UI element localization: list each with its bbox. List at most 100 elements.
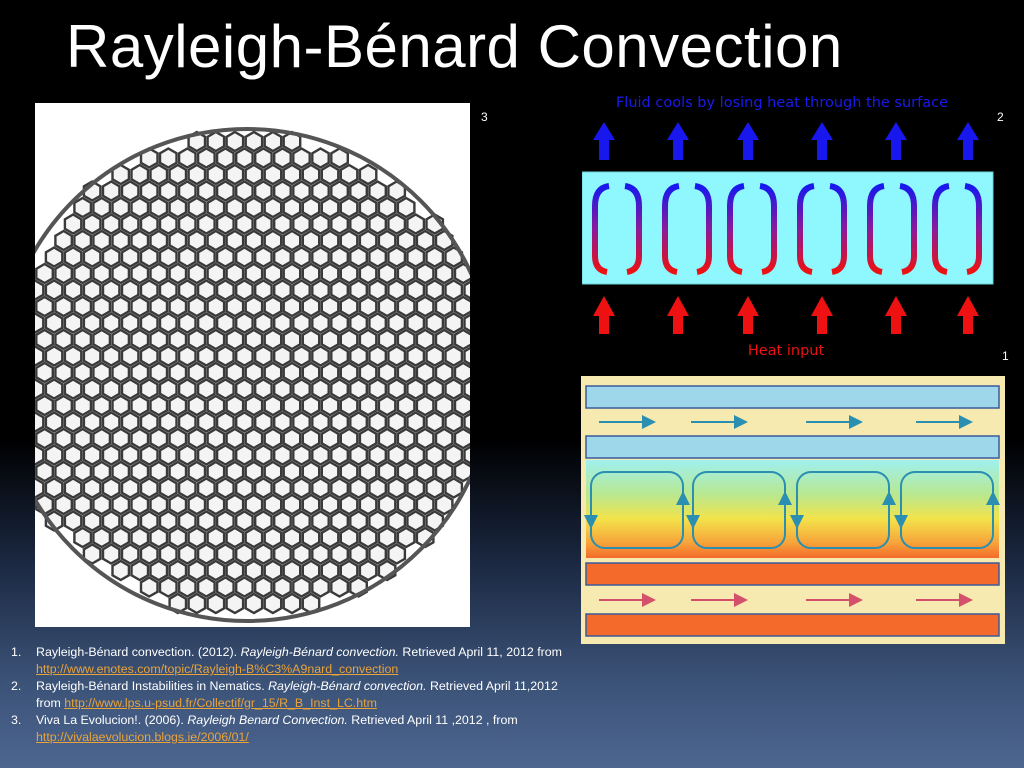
convection-cell bbox=[282, 460, 302, 483]
convection-cell bbox=[120, 246, 140, 268]
convection-cell bbox=[234, 510, 254, 532]
convection-cell bbox=[301, 394, 321, 417]
convection-cell bbox=[377, 328, 397, 351]
convection-cell bbox=[168, 427, 188, 450]
convection-cell bbox=[177, 543, 197, 565]
convection-cell bbox=[292, 147, 311, 169]
convection-cell bbox=[396, 460, 416, 483]
convection-cell bbox=[387, 345, 407, 367]
convection-cell bbox=[225, 394, 245, 417]
convection-cell bbox=[377, 526, 397, 549]
convection-cell bbox=[158, 444, 178, 466]
convection-cell bbox=[415, 361, 435, 384]
convection-cell bbox=[158, 477, 178, 499]
convection-cell bbox=[406, 213, 426, 235]
reference-link[interactable]: http://www.lps.u-psud.fr/Collectif/gr_15… bbox=[64, 696, 377, 710]
convection-cell bbox=[415, 229, 435, 252]
bottom-caption: Heat input bbox=[748, 343, 825, 359]
convection-cell bbox=[311, 213, 330, 235]
convection-cell bbox=[196, 378, 216, 400]
convection-cell bbox=[215, 246, 235, 268]
convection-cell bbox=[111, 394, 131, 417]
convection-cell bbox=[349, 543, 368, 565]
convection-cell bbox=[368, 477, 387, 499]
convection-cell bbox=[272, 246, 292, 268]
convection-cell bbox=[320, 493, 340, 516]
convection-cell bbox=[82, 312, 102, 334]
reference-link[interactable]: http://www.enotes.com/topic/Rayleigh-B%C… bbox=[36, 662, 398, 676]
convection-cell bbox=[54, 427, 73, 450]
convection-cell bbox=[406, 279, 426, 301]
arrow-up-icon bbox=[593, 122, 615, 160]
convection-cell bbox=[82, 378, 102, 400]
arrow-up-icon bbox=[667, 296, 689, 334]
convection-cell bbox=[368, 345, 387, 367]
convection-cell bbox=[349, 180, 368, 202]
convection-cell bbox=[225, 328, 245, 351]
convection-cell bbox=[311, 444, 330, 466]
convection-cell bbox=[111, 295, 131, 318]
convection-cell bbox=[349, 510, 368, 532]
convection-cell bbox=[253, 510, 273, 532]
convection-cell bbox=[225, 427, 245, 450]
convection-cell bbox=[82, 279, 102, 301]
convection-cell bbox=[120, 510, 140, 532]
convection-cell bbox=[272, 180, 292, 202]
convection-cell bbox=[168, 196, 188, 219]
arrow-up-icon bbox=[811, 296, 833, 334]
convection-cell bbox=[387, 246, 407, 268]
convection-cell bbox=[320, 427, 340, 450]
convection-cell bbox=[149, 394, 169, 417]
convection-cell bbox=[158, 411, 178, 433]
convection-cell bbox=[54, 361, 73, 384]
convection-cell bbox=[187, 262, 207, 285]
arrow-up-icon bbox=[593, 296, 615, 334]
convection-cell bbox=[396, 295, 416, 318]
convection-cell bbox=[139, 411, 159, 433]
convection-cell bbox=[244, 196, 264, 219]
convection-cell bbox=[253, 246, 273, 268]
convection-cell bbox=[330, 477, 349, 499]
convection-cell bbox=[282, 394, 302, 417]
cooling-arrows bbox=[593, 122, 979, 160]
convection-cell bbox=[272, 543, 292, 565]
convection-cell bbox=[130, 559, 150, 582]
convection-cell bbox=[415, 460, 435, 483]
convection-cell bbox=[149, 460, 169, 483]
convection-cell bbox=[339, 262, 359, 285]
convection-cell bbox=[92, 526, 112, 549]
convection-cell bbox=[177, 477, 197, 499]
convection-cell bbox=[73, 262, 93, 285]
convection-cell bbox=[349, 279, 368, 301]
convection-cell bbox=[244, 163, 264, 186]
convection-cell bbox=[444, 279, 464, 301]
convection-cell bbox=[406, 378, 426, 400]
convection-cell bbox=[54, 493, 73, 516]
convection-cell bbox=[187, 196, 207, 219]
convection-cell bbox=[101, 378, 121, 400]
convection-cell bbox=[92, 196, 112, 219]
convection-cell bbox=[311, 510, 330, 532]
convection-cell bbox=[73, 460, 93, 483]
convection-cell bbox=[158, 246, 178, 268]
convection-cell bbox=[101, 543, 121, 565]
convection-cell bbox=[120, 378, 140, 400]
convection-cell bbox=[311, 345, 330, 367]
convection-cell bbox=[44, 411, 64, 433]
convection-cell bbox=[387, 444, 407, 466]
convection-cell bbox=[358, 394, 378, 417]
convection-cell bbox=[396, 394, 416, 417]
convection-cell bbox=[187, 427, 207, 450]
convection-cell bbox=[234, 246, 254, 268]
convection-cell bbox=[149, 361, 169, 384]
convection-cell bbox=[177, 444, 197, 466]
convection-cell bbox=[149, 229, 169, 252]
convection-cell bbox=[54, 328, 73, 351]
convection-cell bbox=[377, 229, 397, 252]
reference-link[interactable]: http://vivalaevolucion.blogs.ie/2006/01/ bbox=[36, 730, 249, 744]
convection-cell bbox=[282, 361, 302, 384]
convection-cell bbox=[139, 378, 159, 400]
convection-cell bbox=[244, 460, 264, 483]
convection-cell bbox=[82, 477, 102, 499]
convection-cell bbox=[415, 295, 435, 318]
